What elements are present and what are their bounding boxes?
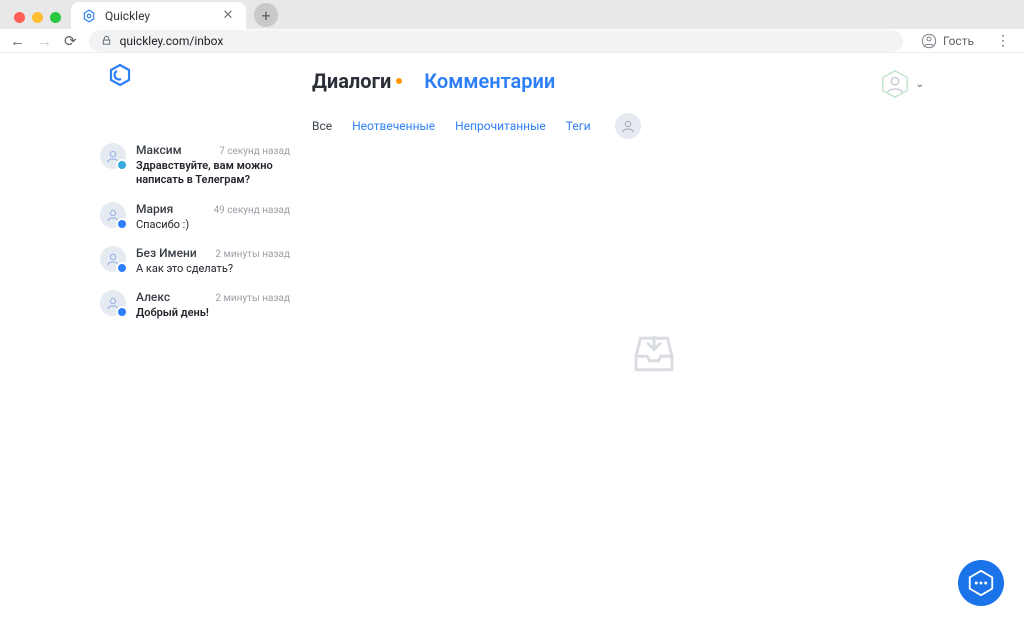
filter-row: Все Неотвеченные Непрочитанные Теги [312,113,996,139]
profile-chip[interactable]: Гость [915,31,980,51]
tab-title: Quickley [105,9,212,23]
maximize-window-button[interactable] [50,12,61,23]
empty-state [312,139,996,569]
close-tab-button[interactable]: ✕ [220,8,236,23]
dialog-avatar [100,290,126,316]
channel-badge-icon [116,262,128,274]
dialog-avatar [100,143,126,169]
person-icon [921,33,937,49]
dialog-avatar [100,246,126,272]
chat-fab[interactable] [958,560,1004,606]
dialog-time: 7 секунд назад [219,146,290,157]
dialog-name: Максим [136,143,182,157]
profile-label: Гость [943,34,974,48]
browser-menu-button[interactable]: ⋮ [992,33,1014,49]
tab-bar: Quickley ✕ + [0,0,1024,29]
dialog-item[interactable]: Алекс 2 минуты назад Добрый день! [100,283,290,327]
lock-icon [101,35,112,46]
browser-tab[interactable]: Quickley ✕ [71,2,246,29]
filter-all[interactable]: Все [312,119,332,133]
dialog-preview: А как это сделать? [136,262,290,276]
browser-toolbar: ← → ⟳ quickley.com/inbox Гость ⋮ [0,29,1024,53]
app-root: ⌄ Максим 7 секунд назад Здравствуйте, ва… [0,53,1024,626]
favicon [81,8,97,24]
channel-badge-icon [116,159,128,171]
person-icon [620,118,636,134]
minimize-window-button[interactable] [32,12,43,23]
dialog-preview: Спасибо :) [136,218,290,232]
unread-dot-icon [396,78,402,84]
tab-dialogs[interactable]: Диалоги [312,69,402,93]
dialog-time: 49 секунд назад [214,205,290,216]
app-logo[interactable] [108,63,132,91]
forward-button[interactable]: → [37,32,52,50]
dialog-item[interactable]: Мария 49 секунд назад Спасибо :) [100,195,290,239]
dialog-name: Алекс [136,290,170,304]
url-text: quickley.com/inbox [120,34,224,48]
tab-comments[interactable]: Комментарии [424,69,555,93]
dialog-list: Максим 7 секунд назад Здравствуйте, вам … [0,53,300,626]
dialog-time: 2 минуты назад [215,249,290,260]
dialog-preview: Добрый день! [136,306,290,320]
channel-badge-icon [116,306,128,318]
dialog-time: 2 минуты назад [215,293,290,304]
main-pane: Диалоги Комментарии Все Неотвеченные Неп… [300,53,1024,626]
assignee-filter[interactable] [615,113,641,139]
dialog-item[interactable]: Без Имени 2 минуты назад А как это сдела… [100,239,290,283]
window-controls [6,12,71,29]
new-tab-button[interactable]: + [254,3,278,27]
filter-unanswered[interactable]: Неотвеченные [352,119,435,133]
dialog-preview: Здравствуйте, вам можно написать в Телег… [136,159,290,188]
channel-badge-icon [116,218,128,230]
filter-unread[interactable]: Непрочитанные [455,119,546,133]
filter-tags[interactable]: Теги [566,119,591,133]
dialog-item[interactable]: Максим 7 секунд назад Здравствуйте, вам … [100,136,290,195]
fab-hex-icon [966,568,996,598]
dialog-name: Без Имени [136,246,197,260]
inbox-icon [627,327,681,381]
reload-button[interactable]: ⟳ [64,32,77,50]
dialog-avatar [100,202,126,228]
dialog-name: Мария [136,202,173,216]
close-window-button[interactable] [14,12,25,23]
browser-chrome: Quickley ✕ + ← → ⟳ quickley.com/inbox Го… [0,0,1024,53]
url-bar[interactable]: quickley.com/inbox [89,30,903,52]
back-button[interactable]: ← [10,32,25,50]
main-tabs: Диалоги Комментарии [312,69,996,93]
